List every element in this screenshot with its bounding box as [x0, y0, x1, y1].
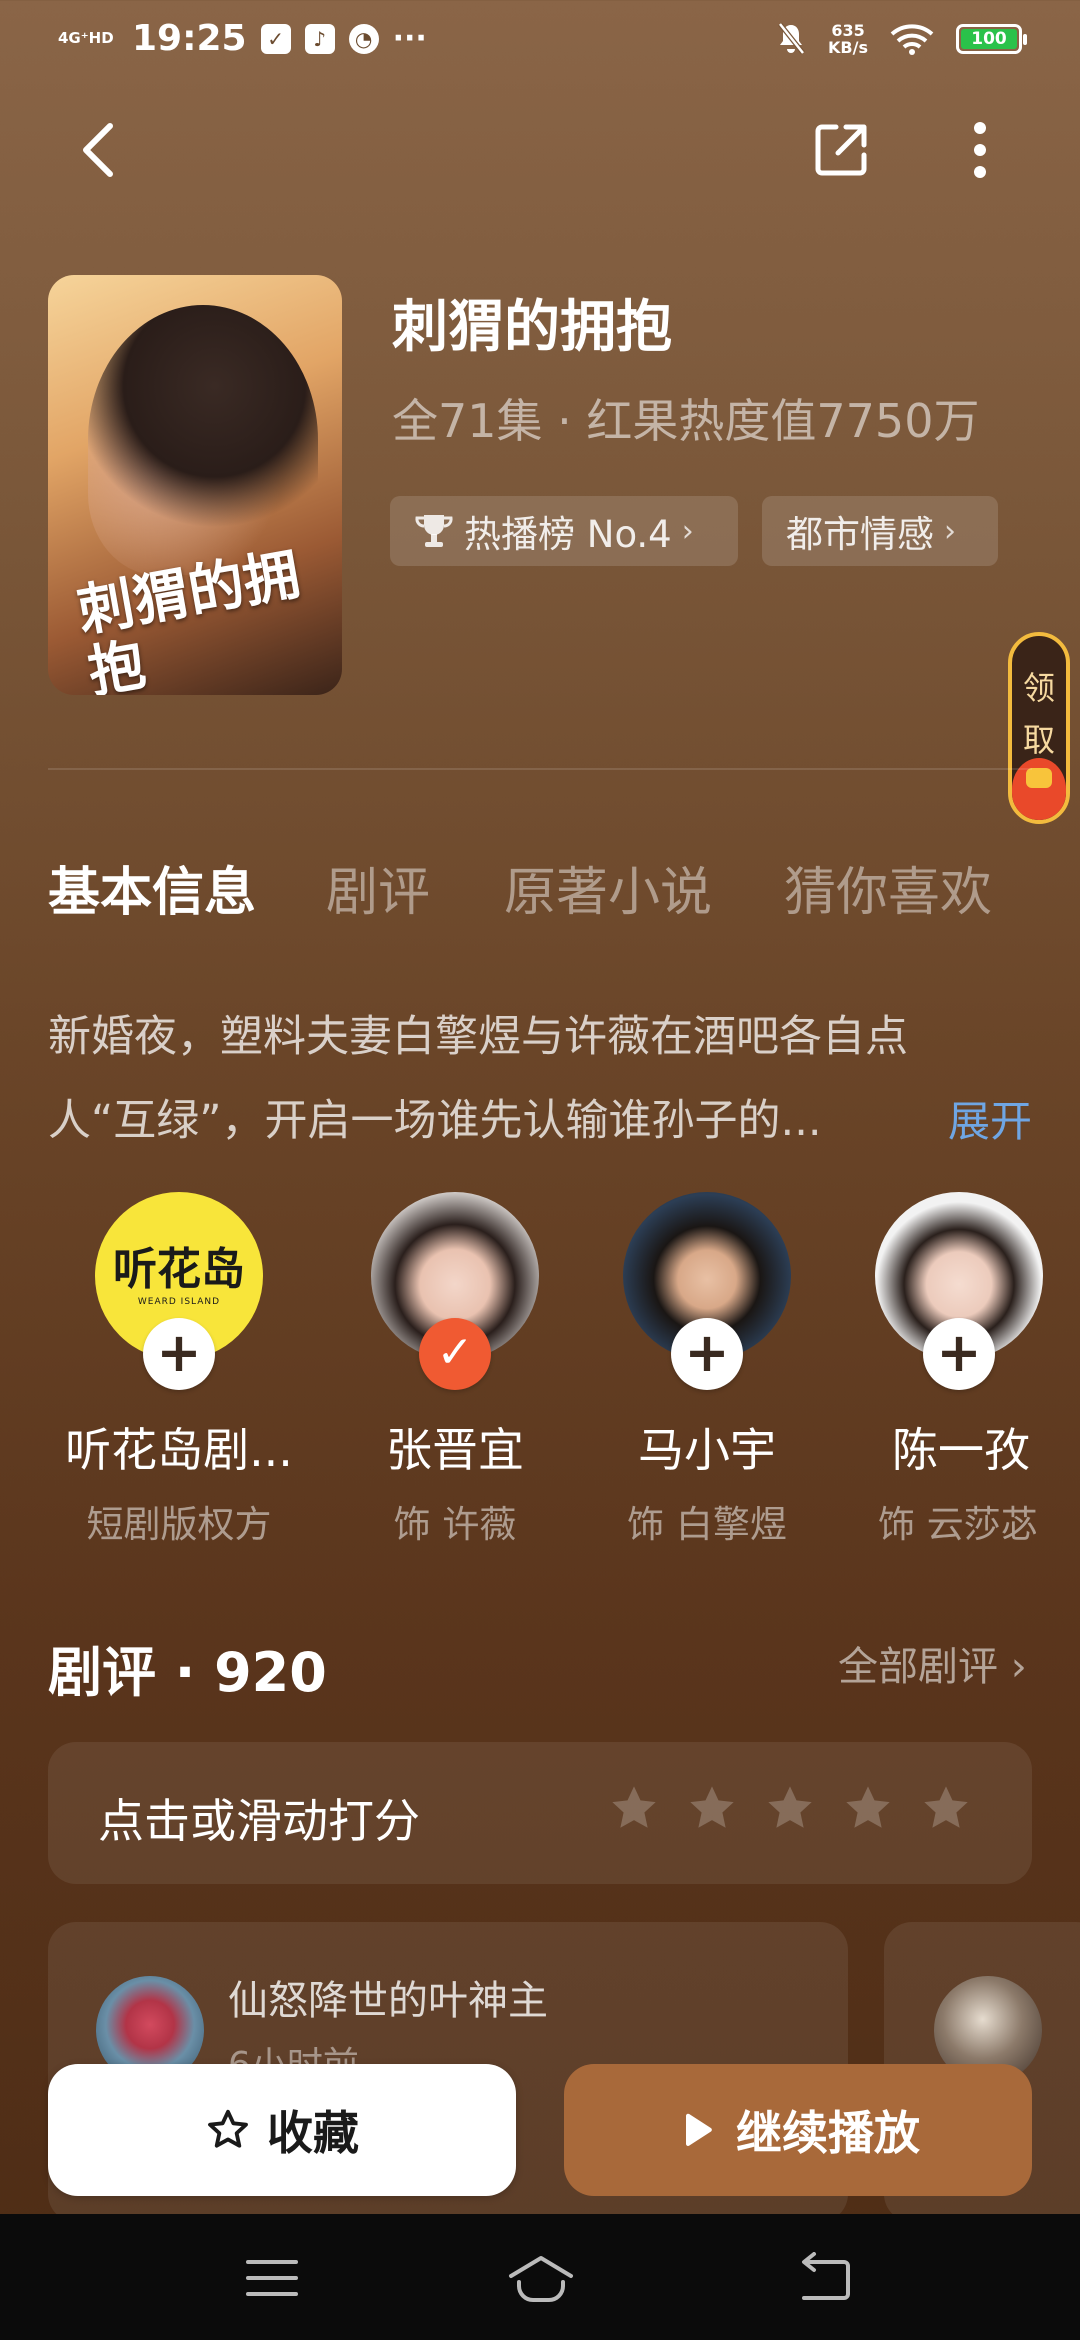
tag-ranking[interactable]: 热播榜 No.4 ›	[390, 496, 738, 566]
play-icon	[686, 2113, 712, 2146]
reviewer-name: 仙怒降世的叶神主	[228, 1978, 548, 2024]
star-icon[interactable]	[842, 1782, 894, 1834]
star-rating[interactable]	[608, 1782, 972, 1834]
follow-button[interactable]: +	[143, 1318, 215, 1390]
cast-role: 饰 许薇	[393, 1503, 517, 1546]
trophy-icon	[415, 515, 453, 547]
share-button[interactable]	[801, 110, 881, 190]
cast-role: 饰 云莎苾	[878, 1503, 1036, 1546]
system-nav-bar	[0, 2214, 1080, 2340]
synopsis-text: 新婚夜，塑料夫妻白擎煜与许薇在酒吧各自点人“互绿”，开启一场谁先认输谁孙子的..…	[48, 1012, 908, 1146]
status-time: 19:25	[132, 18, 247, 59]
network-speed: 635 KB/s	[828, 22, 868, 56]
speed-app-icon: ◔	[348, 23, 379, 54]
clipboard-check-icon: ✓	[260, 23, 291, 54]
tag-ranking-label: 热播榜 No.4	[464, 513, 672, 556]
publisher-logo-subtext: WEARD ISLAND	[137, 1297, 221, 1307]
battery-level: 100	[961, 29, 1017, 49]
tab-recommendations[interactable]: 猜你喜欢	[784, 850, 992, 925]
more-button[interactable]	[940, 110, 1020, 190]
speed-unit: KB/s	[828, 38, 868, 57]
tag-genre-label: 都市情感	[786, 513, 934, 556]
collect-button[interactable]: 收藏	[48, 2064, 516, 2196]
chevron-right-icon: ›	[944, 513, 956, 549]
star-icon[interactable]	[764, 1782, 816, 1834]
avatar: ✓	[371, 1192, 539, 1390]
cast-name: 听花岛剧...	[65, 1423, 293, 1477]
cast-member[interactable]: 听花岛 WEARD ISLAND + 听花岛剧... 短剧版权方	[64, 1192, 294, 1548]
follow-button[interactable]: +	[671, 1318, 743, 1390]
wifi-icon	[890, 24, 934, 55]
back-button[interactable]	[58, 110, 138, 190]
poster-illustration	[88, 305, 318, 575]
reward-label: 领 取	[1012, 662, 1066, 766]
reward-widget[interactable]: 领 取	[1008, 632, 1070, 824]
tag-genre[interactable]: 都市情感 ›	[762, 496, 998, 566]
collect-label: 收藏	[267, 2106, 359, 2160]
speed-value: 635	[831, 21, 865, 40]
music-app-icon: ♪	[304, 23, 335, 54]
home-icon[interactable]	[505, 2252, 577, 2304]
more-notifications-icon: ···	[392, 21, 427, 56]
menu-icon[interactable]	[242, 2252, 302, 2304]
back-nav-icon[interactable]	[794, 2252, 854, 2304]
publisher-logo-text: 听花岛	[113, 1244, 245, 1295]
chevron-right-icon: ›	[681, 513, 694, 549]
expand-synopsis-link[interactable]: 展开	[948, 1088, 1032, 1149]
header-divider	[48, 768, 1032, 770]
star-icon[interactable]	[608, 1782, 660, 1834]
show-meta: 全71集 · 红果热度值7750万	[392, 394, 980, 448]
chevron-right-icon: ›	[1010, 1644, 1027, 1690]
mute-bell-icon	[778, 22, 805, 55]
followed-check-icon[interactable]: ✓	[419, 1318, 491, 1390]
status-bar: 4G⁺HD 19:25 ✓ ♪ ◔ ··· 635 KB/s 100	[0, 0, 1080, 84]
follow-button[interactable]: +	[923, 1318, 995, 1390]
poster-title: 刺猬的拥抱	[72, 540, 305, 695]
avatar: +	[623, 1192, 791, 1390]
show-poster[interactable]: 刺猬的拥抱	[48, 275, 342, 695]
avatar: 听花岛 WEARD ISLAND +	[95, 1192, 263, 1390]
all-reviews-label: 全部剧评	[838, 1644, 998, 1690]
cast-role: 饰 白擎煜	[627, 1503, 787, 1546]
network-indicator: 4G⁺HD	[58, 29, 114, 47]
cast-role: 短剧版权方	[86, 1503, 272, 1546]
tab-basic-info[interactable]: 基本信息	[48, 850, 256, 925]
star-icon[interactable]	[686, 1782, 738, 1834]
cast-name: 陈一孜	[892, 1423, 1030, 1477]
reviews-title: 剧评 · 920	[48, 1641, 327, 1704]
cast-name: 张晋宜	[386, 1423, 524, 1477]
cast-member[interactable]: + 陈一孜 饰 云莎苾	[844, 1192, 1074, 1548]
cast-member[interactable]: ✓ 张晋宜 饰 许薇	[340, 1192, 570, 1548]
cast-name: 马小宇	[638, 1423, 776, 1477]
avatar: +	[875, 1192, 1043, 1390]
back-icon	[83, 123, 113, 177]
rating-box[interactable]: 点击或滑动打分	[48, 1742, 1032, 1884]
continue-play-label: 继续播放	[736, 2106, 920, 2160]
continue-play-button[interactable]: 继续播放	[564, 2064, 1032, 2196]
star-icon[interactable]	[920, 1782, 972, 1834]
cast-member[interactable]: + 马小宇 饰 白擎煜	[592, 1192, 822, 1548]
battery-icon: 100	[956, 24, 1027, 54]
all-reviews-link[interactable]: 全部剧评 ›	[838, 1634, 1027, 1692]
tab-reviews[interactable]: 剧评	[326, 850, 430, 925]
tab-original-novel[interactable]: 原著小说	[504, 850, 712, 925]
show-title: 刺猬的拥抱	[392, 295, 672, 360]
star-outline-icon	[208, 2109, 248, 2148]
more-vertical-icon	[974, 122, 986, 178]
reward-label-line1: 领	[1022, 669, 1055, 707]
share-icon	[815, 124, 867, 176]
rating-prompt: 点击或滑动打分	[98, 1794, 420, 1848]
